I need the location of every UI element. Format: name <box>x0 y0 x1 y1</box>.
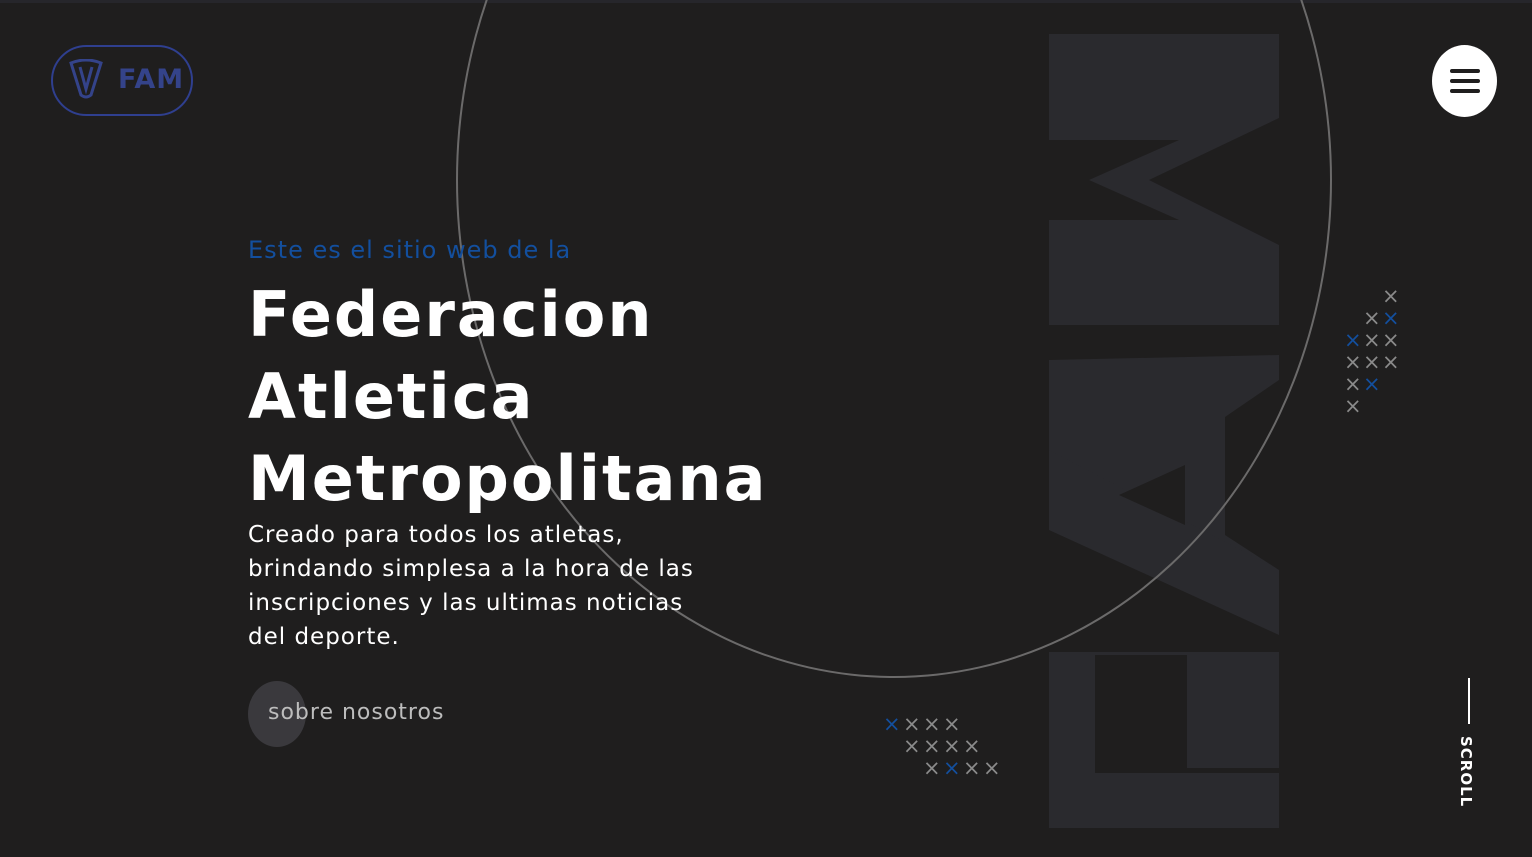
scroll-line <box>1468 678 1470 724</box>
hero-eyebrow: Este es el sitio web de la <box>248 236 572 264</box>
x-mark: × <box>963 756 981 780</box>
x-mark: × <box>1363 328 1381 352</box>
x-mark: × <box>1344 328 1362 352</box>
hamburger-menu-icon <box>1450 69 1480 73</box>
x-mark: × <box>983 756 1001 780</box>
hamburger-menu-icon-bar <box>1450 79 1480 83</box>
x-mark: × <box>1363 306 1381 330</box>
scroll-indicator[interactable]: SCROLL <box>1456 678 1482 808</box>
menu-button[interactable] <box>1432 45 1497 117</box>
x-mark: × <box>1344 350 1362 374</box>
x-mark: × <box>883 712 901 736</box>
x-mark: × <box>1344 394 1362 418</box>
hero-title-line: Atletica <box>248 360 535 433</box>
x-mark: × <box>1363 350 1381 374</box>
x-mark: × <box>943 712 961 736</box>
x-mark: × <box>963 734 981 758</box>
x-mark: × <box>923 756 941 780</box>
x-mark: × <box>1344 372 1362 396</box>
logo-text: FAM <box>118 64 185 95</box>
hero-title-line: Metropolitana <box>248 442 768 515</box>
scroll-label: SCROLL <box>1457 736 1475 808</box>
page: FAM Este es el sitio web de la Federacio… <box>0 0 1532 857</box>
shield-logo-icon <box>69 59 103 99</box>
hero-title-line: Federacion <box>248 278 654 351</box>
x-mark: × <box>903 712 921 736</box>
hero-title: Federacion Atletica Metropolitana <box>248 274 768 520</box>
hero-description: Creado para todos los atletas, brindando… <box>248 522 694 650</box>
hamburger-menu-icon-bar <box>1450 89 1480 93</box>
x-mark: × <box>1382 284 1400 308</box>
x-mark: × <box>1382 328 1400 352</box>
x-mark: × <box>923 734 941 758</box>
x-mark: × <box>943 756 961 780</box>
x-mark: × <box>1382 350 1400 374</box>
x-mark: × <box>1363 372 1381 396</box>
x-mark: × <box>1382 306 1400 330</box>
logo-link[interactable]: FAM <box>51 45 193 116</box>
about-us-label: sobre nosotros <box>268 700 445 725</box>
x-mark: × <box>943 734 961 758</box>
x-mark: × <box>903 734 921 758</box>
x-mark: × <box>923 712 941 736</box>
